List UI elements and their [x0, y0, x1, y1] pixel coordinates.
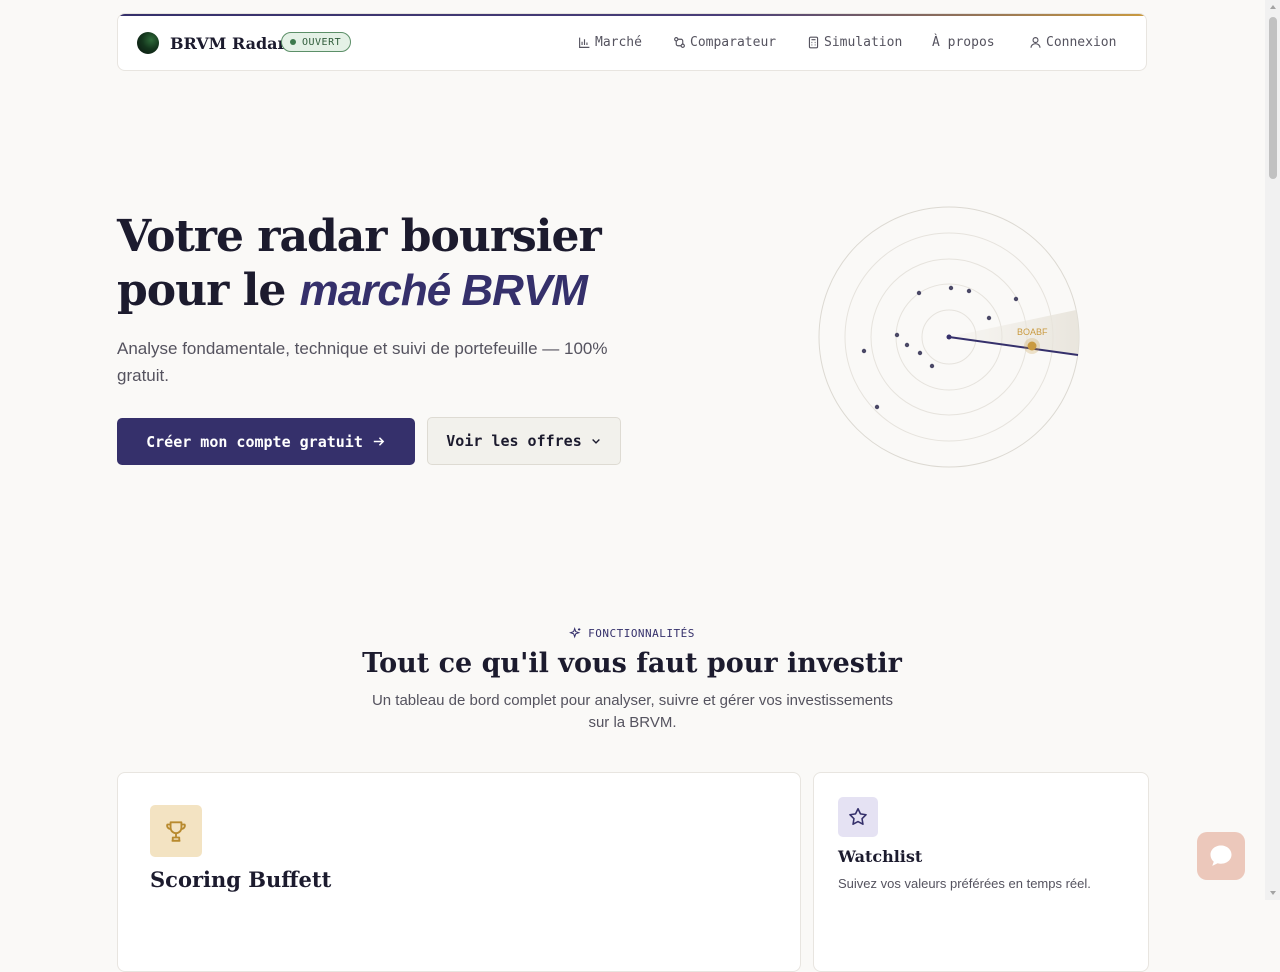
- chevron-down-icon: [591, 439, 600, 444]
- feature-card-title: Scoring Buffett: [150, 867, 332, 892]
- radar-blip: [904, 342, 910, 348]
- create-account-button[interactable]: Créer mon compte gratuit: [117, 418, 415, 465]
- page-scrollbar[interactable]: [1265, 0, 1280, 900]
- nav-comparateur[interactable]: Comparateur: [673, 35, 776, 50]
- market-status-badge: OUVERT: [281, 32, 352, 52]
- nav-connexion[interactable]: Connexion: [1029, 35, 1116, 50]
- brand-name[interactable]: BRVM Radar: [170, 34, 286, 53]
- bar-chart-icon: [579, 37, 590, 48]
- features-tag: FONCTIONNALITÉS: [0, 627, 1264, 640]
- radar-blip: [966, 288, 972, 294]
- radar-blip: [861, 348, 867, 354]
- radar-highlight-blip: [1027, 341, 1037, 351]
- hero-title-line2: pour le: [117, 265, 300, 316]
- radar-sweep: [949, 310, 1080, 355]
- compare-icon: [674, 37, 685, 48]
- calculator-icon: [808, 36, 819, 49]
- user-icon: [1030, 37, 1041, 48]
- scroll-up-icon[interactable]: [1270, 5, 1276, 9]
- hero-title-line1: Votre radar boursier: [117, 211, 602, 262]
- trophy-icon: [166, 821, 186, 842]
- market-status-label: OUVERT: [302, 37, 342, 48]
- scroll-down-icon[interactable]: [1270, 891, 1276, 895]
- features-subtitle: Un tableau de bord complet pour analyser…: [371, 692, 894, 731]
- nav-connexion-label: Connexion: [1046, 35, 1117, 50]
- star-icon-box: [838, 797, 878, 837]
- navbar-accent-line: [118, 14, 1146, 16]
- nav-a-propos[interactable]: À propos: [932, 35, 995, 50]
- radar-blip: [916, 290, 922, 296]
- arrow-right-icon: [373, 437, 385, 446]
- features-title: Tout ce qu'il vous faut pour investir: [362, 648, 902, 679]
- star-icon: [849, 807, 867, 826]
- radar-blip: [917, 350, 923, 356]
- hero-title: Votre radar boursier pour le marché BRVM: [117, 210, 602, 318]
- nav-simulation[interactable]: Simulation: [807, 35, 902, 50]
- feature-card-title: Watchlist: [838, 847, 923, 866]
- scrollbar-thumb[interactable]: [1269, 17, 1277, 179]
- nav-comparateur-label: Comparateur: [690, 35, 777, 50]
- status-dot-icon: [290, 39, 296, 45]
- chat-bubble-icon: [1210, 845, 1232, 866]
- view-offers-button[interactable]: Voir les offres: [427, 417, 621, 465]
- nav-marche-label: Marché: [595, 35, 642, 50]
- radar-highlight-label: BOABF: [1017, 327, 1048, 337]
- feature-card-text: Suivez vos valeurs préférées en temps ré…: [838, 876, 1091, 891]
- hero-title-accent: marché BRVM: [299, 266, 588, 315]
- create-account-label: Créer mon compte gratuit: [146, 432, 363, 451]
- radar-blip: [894, 332, 900, 338]
- nav-a-propos-label: À propos: [932, 35, 995, 50]
- radar-blip: [929, 363, 935, 369]
- nav-marche[interactable]: Marché: [578, 35, 642, 50]
- trophy-icon-box: [150, 805, 202, 857]
- feature-card-scoring[interactable]: Scoring Buffett: [117, 772, 801, 972]
- radar-blip: [1013, 296, 1019, 302]
- features-tag-label: FONCTIONNALITÉS: [588, 627, 695, 640]
- radar-blip: [874, 404, 880, 410]
- nav-simulation-label: Simulation: [824, 35, 903, 50]
- radar-blip: [948, 285, 954, 291]
- sparkles-icon: [569, 627, 581, 639]
- view-offers-label: Voir les offres: [446, 432, 582, 450]
- hero-subtitle: Analyse fondamentale, technique et suivi…: [117, 339, 608, 385]
- top-navbar: BRVM Radar OUVERT Marché Comparateur Sim…: [117, 13, 1147, 71]
- chat-button[interactable]: [1197, 832, 1245, 880]
- radar-blip: [986, 315, 992, 321]
- feature-card-watchlist[interactable]: Watchlist Suivez vos valeurs préférées e…: [813, 772, 1149, 972]
- radar-graphic: BOABF: [818, 206, 1080, 468]
- logo-icon[interactable]: [137, 32, 159, 54]
- radar-center: [946, 334, 952, 340]
